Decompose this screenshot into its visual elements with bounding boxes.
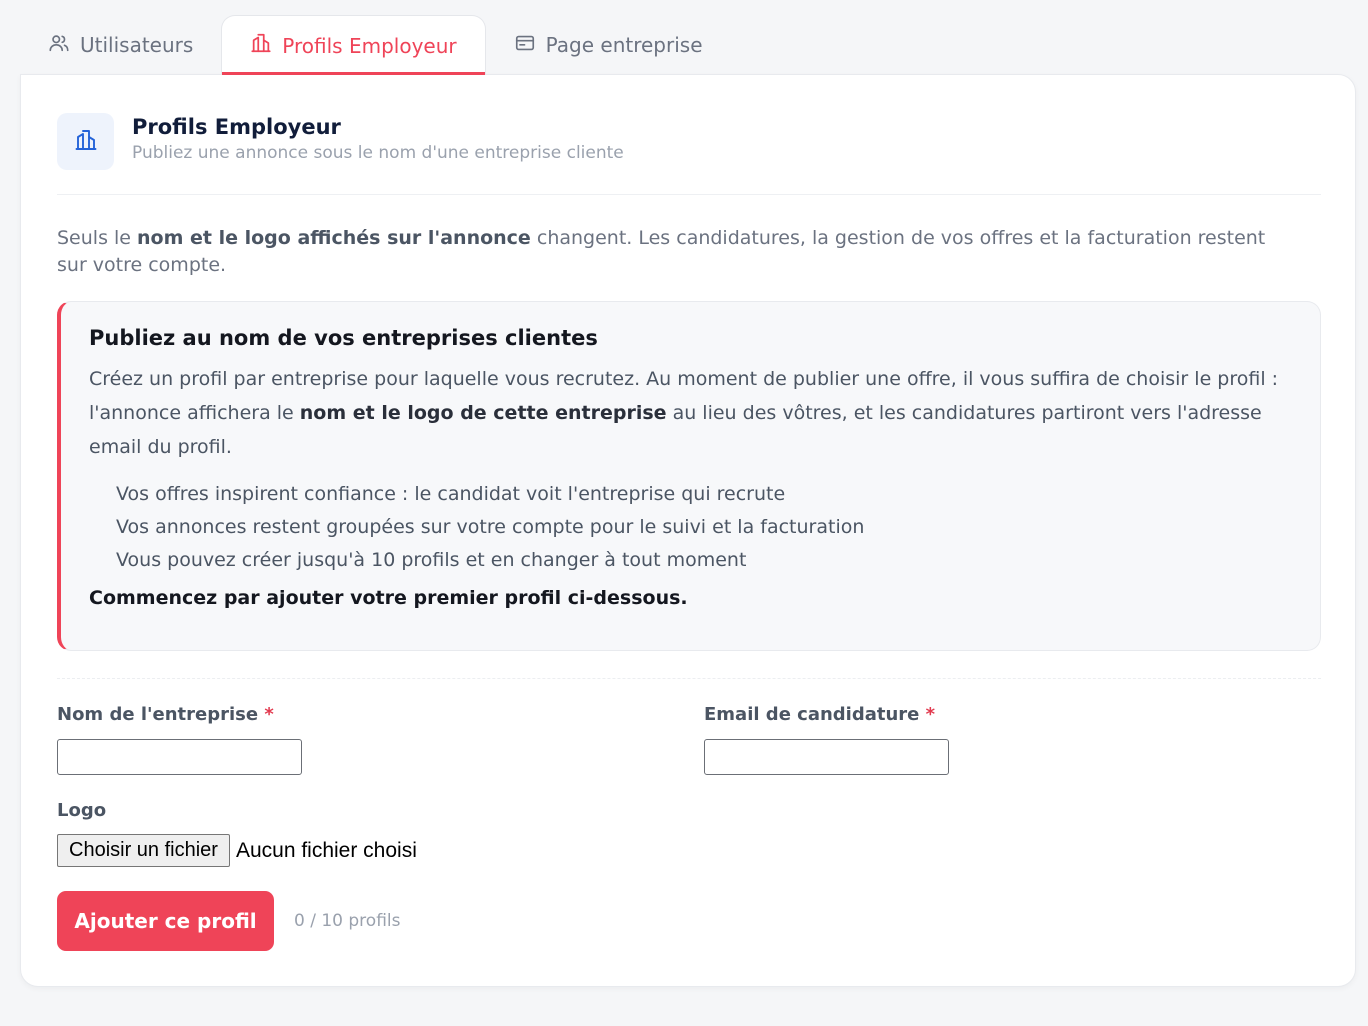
page-title: Profils Employeur: [132, 115, 341, 139]
browser-window-icon: [514, 32, 536, 59]
company-name-label-text: Nom de l'entreprise: [57, 704, 259, 725]
file-status-text: Aucun fichier choisi: [235, 838, 417, 862]
company-name-input[interactable]: [57, 739, 302, 775]
callout-cta: Commencez par ajouter votre premier prof…: [89, 587, 688, 609]
list-item: Vous pouvez créer jusqu'à 10 profils et …: [116, 549, 747, 571]
logo-file-picker: Choisir un fichier Aucun fichier choisi: [57, 834, 417, 867]
list-item: Vos offres inspirent confiance : le cand…: [116, 483, 786, 505]
tab-label: Utilisateurs: [80, 33, 194, 57]
tab-bar: Utilisateurs Profils Employeur Page entr…: [20, 15, 731, 75]
required-mark: *: [264, 704, 274, 725]
intro-text-start: Seuls le: [57, 227, 138, 249]
logo-label: Logo: [57, 800, 107, 821]
company-name-label: Nom de l'entreprise *: [57, 704, 274, 725]
tab-profils-employeur[interactable]: Profils Employeur: [221, 15, 486, 75]
intro-text: Seuls le nom et le logo affichés sur l'a…: [57, 225, 1297, 279]
required-mark: *: [925, 704, 936, 725]
tab-utilisateurs[interactable]: Utilisateurs: [20, 15, 221, 75]
header-text: Profils Employeur Publiez une annonce so…: [132, 113, 624, 194]
callout-title: Publiez au nom de vos entreprises client…: [89, 326, 598, 350]
building-icon: [250, 32, 272, 59]
building-icon: [74, 128, 98, 156]
users-icon: [48, 32, 70, 59]
tab-label: Profils Employeur: [282, 33, 457, 58]
add-profile-button[interactable]: Ajouter ce profil: [57, 891, 274, 951]
section-header: Profils Employeur Publiez une annonce so…: [57, 113, 1321, 195]
intro-text-bold: nom et le logo affichés sur l'annonce: [137, 227, 531, 249]
application-email-label: Email de candidature *: [704, 704, 935, 725]
callout-text: Créez un profil par entreprise pour laqu…: [89, 362, 1292, 464]
profiles-card: Profils Employeur Publiez une annonce so…: [20, 74, 1356, 987]
section-divider: [57, 678, 1321, 679]
profile-counter: 0 / 10 profils: [294, 911, 401, 931]
page-subtitle: Publiez une annonce sous le nom d'une en…: [132, 143, 624, 163]
tab-label: Page entreprise: [545, 33, 703, 57]
list-item: Vos annonces restent groupées sur votre …: [116, 516, 865, 538]
info-callout: Publiez au nom de vos entreprises client…: [57, 301, 1321, 651]
application-email-label-text: Email de candidature: [704, 704, 920, 725]
application-email-input[interactable]: [704, 739, 949, 775]
benefits-list: Vos offres inspirent confiance : le cand…: [89, 478, 1292, 577]
choose-file-button[interactable]: Choisir un fichier: [57, 834, 230, 867]
callout-text-bold: nom et le logo de cette entreprise: [299, 402, 667, 424]
tab-page-entreprise[interactable]: Page entreprise: [486, 15, 731, 75]
header-icon-box: [57, 113, 114, 170]
